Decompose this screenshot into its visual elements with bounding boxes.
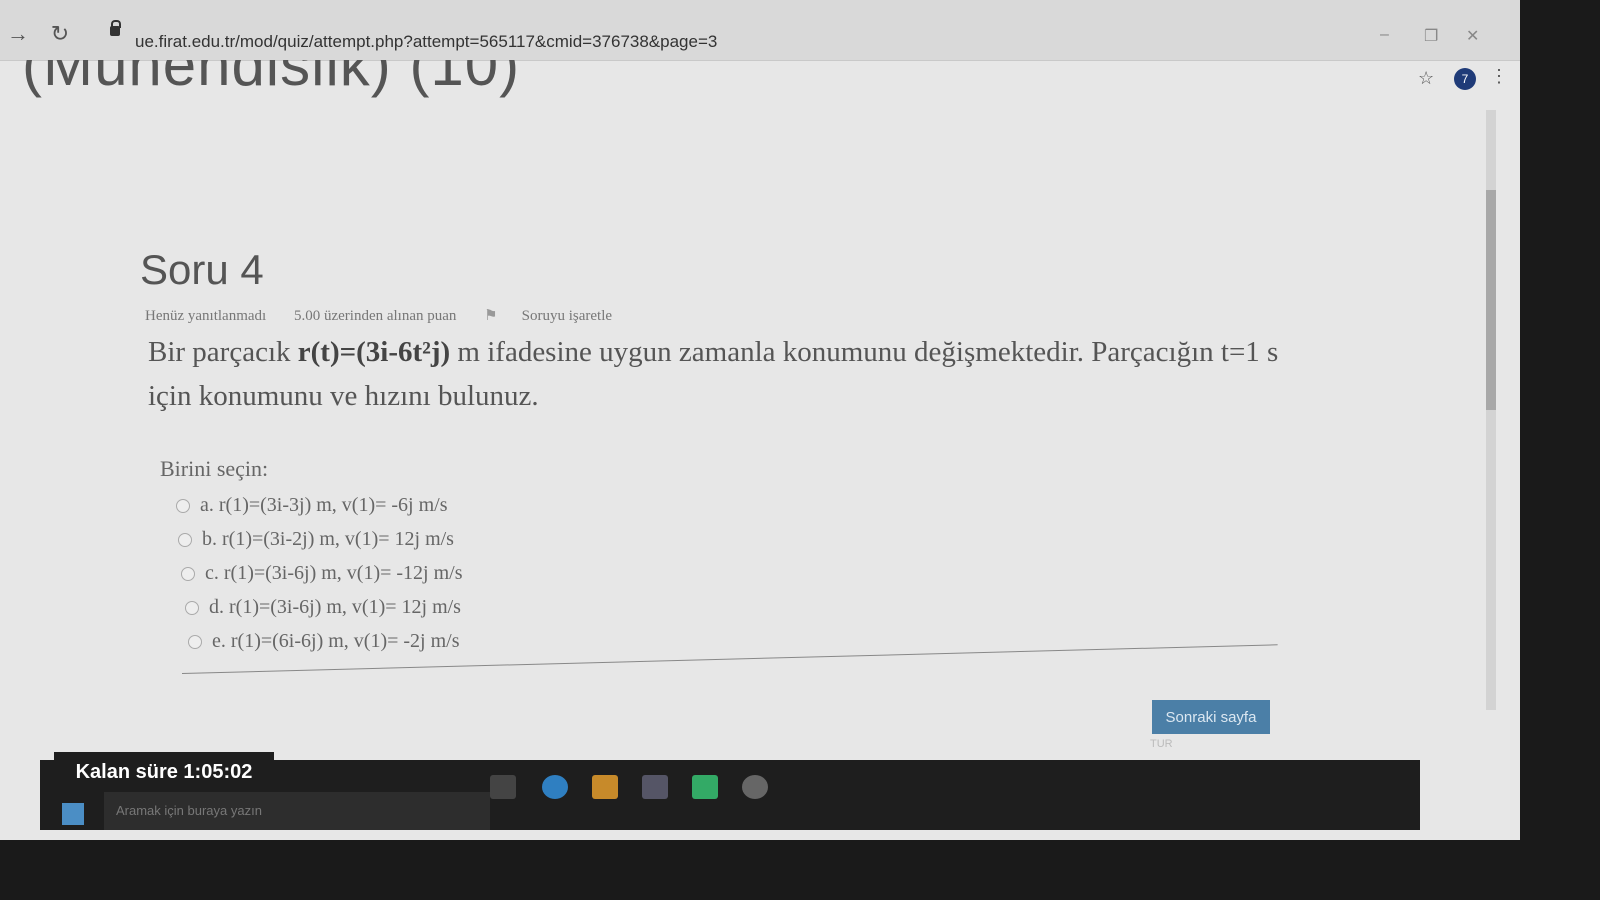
choose-label: Birini seçin: (160, 456, 269, 481)
windows-start-icon[interactable] (62, 803, 84, 825)
chrome-icon[interactable] (742, 775, 768, 799)
answer-option-d[interactable]: d. r(1)=(3i-6j) m, v(1)= 12j m/s (185, 596, 461, 619)
question-text-start: Bir parçacık (148, 336, 298, 368)
flag-icon: ⚑ (484, 308, 498, 324)
radio-button[interactable] (181, 566, 195, 581)
question-info: Henüz yanıtlanmadı 5.00 üzerinden alınan… (145, 306, 660, 325)
browser-toolbar: → ↻ ue.firat.edu.tr/mod/quiz/attempt.php… (0, 0, 1520, 61)
scrollbar-thumb[interactable] (1486, 190, 1496, 410)
flag-label: Soruyu işaretle (521, 308, 613, 324)
question-formula: r(t)=(3i-6t²j) (297, 336, 451, 368)
close-icon[interactable]: ✕ (1466, 26, 1479, 46)
menu-kebab-icon[interactable]: ⋮ (1490, 66, 1508, 87)
store-icon[interactable] (642, 775, 668, 799)
next-page-button[interactable]: Sonraki sayfa (1152, 700, 1270, 734)
taskbar-search-input[interactable]: Aramak için buraya yazın (104, 792, 490, 830)
radio-button[interactable] (185, 600, 199, 615)
answer-option-b[interactable]: b. r(1)=(3i-2j) m, v(1)= 12j m/s (178, 528, 454, 551)
reload-icon[interactable]: ↻ (48, 22, 72, 46)
profile-avatar-icon[interactable]: 7 (1454, 68, 1476, 90)
option-label: d. r(1)=(3i-6j) m, v(1)= 12j m/s (209, 596, 461, 618)
question-points: 5.00 üzerinden alınan puan (293, 308, 457, 324)
question-text: Bir parçacık r(t)=(3i-6t²j) m ifadesine … (148, 330, 1328, 418)
restore-icon[interactable]: ❐ (1424, 26, 1438, 46)
option-label: e. r(1)=(6i-6j) m, v(1)= -2j m/s (212, 630, 460, 652)
radio-button[interactable] (176, 498, 190, 513)
flag-question-link[interactable]: ⚑ Soruyu işaretle (484, 308, 636, 324)
spotify-icon[interactable] (692, 775, 718, 799)
back-arrow-icon[interactable]: → (6, 22, 30, 46)
bookmark-star-icon[interactable]: ☆ (1418, 68, 1434, 89)
minimize-icon[interactable]: – (1380, 26, 1389, 44)
question-title: Soru 4 (140, 246, 264, 293)
edge-browser-icon[interactable] (542, 775, 568, 799)
answer-option-e[interactable]: e. r(1)=(6i-6j) m, v(1)= -2j m/s (188, 630, 460, 653)
question-status: Henüz yanıtlanmadı (145, 308, 267, 324)
option-label: a. r(1)=(3i-3j) m, v(1)= -6j m/s (200, 494, 448, 516)
option-label: c. r(1)=(3i-6j) m, v(1)= -12j m/s (205, 562, 463, 584)
radio-button[interactable] (178, 532, 192, 547)
option-label: b. r(1)=(3i-2j) m, v(1)= 12j m/s (202, 528, 454, 550)
screen: → ↻ ue.firat.edu.tr/mod/quiz/attempt.php… (0, 0, 1520, 840)
answer-option-a[interactable]: a. r(1)=(3i-3j) m, v(1)= -6j m/s (176, 494, 448, 517)
remaining-time-badge: Kalan süre 1:05:02 (54, 752, 274, 792)
address-bar[interactable]: ue.firat.edu.tr/mod/quiz/attempt.php?att… (135, 32, 717, 52)
answer-option-c[interactable]: c. r(1)=(3i-6j) m, v(1)= -12j m/s (181, 562, 463, 585)
task-view-icon[interactable] (490, 775, 516, 799)
radio-button[interactable] (188, 634, 202, 649)
lock-icon (110, 20, 121, 36)
file-explorer-icon[interactable] (592, 775, 618, 799)
system-tray-language[interactable]: TUR (1150, 738, 1173, 750)
